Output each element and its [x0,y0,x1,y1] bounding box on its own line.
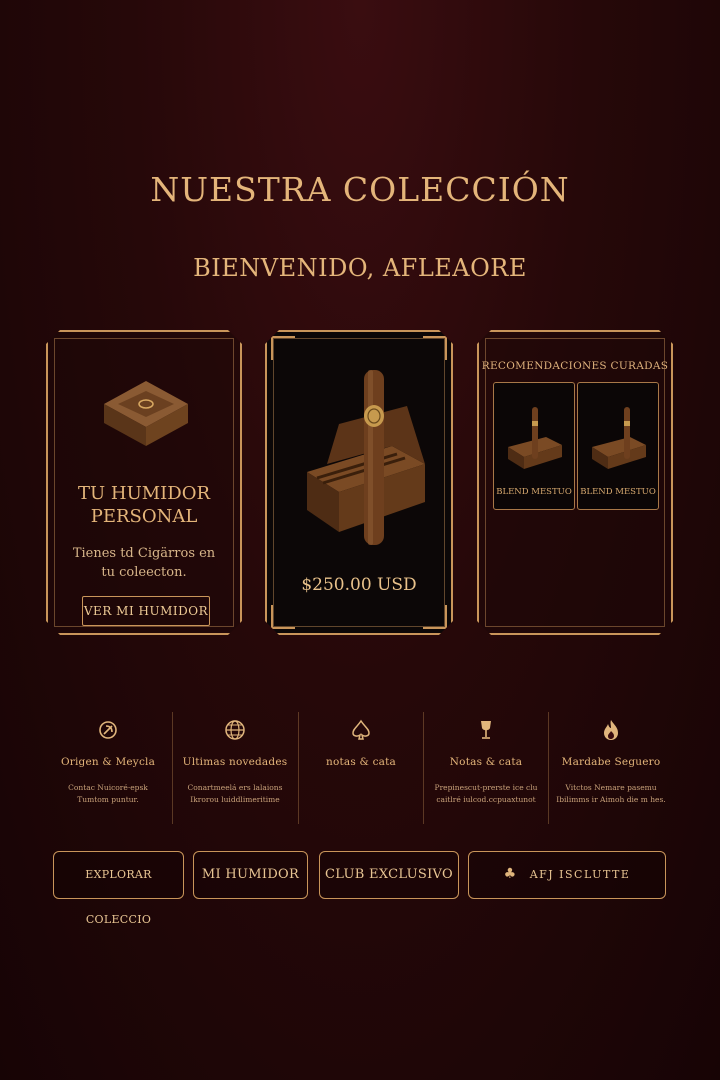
features-row: Origen & Meycla Contac Nuicoré·epsk Tumt… [46,712,674,824]
feature-title: notas & cata [326,756,396,768]
recommendation-item[interactable]: BLEND MESTUO [577,382,659,510]
page-title: NUESTRA COLECCIÓN [150,170,570,209]
my-humidor-button[interactable]: MI HUMIDOR [193,851,308,899]
recommendations-title: RECOMENDACIONES CURADAS [481,360,669,372]
product-card[interactable]: $250.00 USD [265,330,453,635]
feature-title: Ultimas novedades [182,756,288,768]
feature-tasting[interactable]: notas & cata [298,712,423,824]
leaf-icon [99,721,117,739]
recommendation-label: BLEND MESTUO [580,487,656,497]
exclusive-club-button[interactable]: CLUB EXCLUSIVO [319,851,459,899]
flame-icon [604,720,618,740]
cigar-box-image [502,403,568,473]
humidor-card[interactable]: TU HUMIDOR PERSONAL Tienes td Cigärros e… [46,330,242,635]
humidor-card-title: TU HUMIDOR PERSONAL [77,483,211,527]
feature-title: Origen & Meycla [60,756,156,768]
afj-button[interactable]: ♣ AFJ ISCLUTTE [468,851,666,899]
feature-description: Prepinescut-prerste ice clu caitlré iulc… [434,783,538,804]
wine-glass-icon [481,721,491,739]
feature-description: Contac Nuicoré·epsk Tumtom puntur. [68,783,148,804]
feature-description: Conartmeelá ers lalaions Ikrorou luiddli… [187,783,283,804]
afj-button-label: AFJ ISCLUTTE [529,868,631,881]
globe-icon [225,720,245,740]
feature-news[interactable]: Ultimas novedades Conartmeelá ers lalaio… [172,712,297,824]
feature-origin[interactable]: Origen & Meycla Contac Nuicoré·epsk Tumt… [46,712,170,824]
cigar-box-image [287,354,435,554]
club-icon: ♣ [503,866,518,882]
spade-icon [352,719,370,740]
feature-title: Notas & cata [449,756,523,768]
recommendation-label: BLEND MESTUO [496,487,572,497]
product-price: $250.00 USD [301,575,417,595]
recommendations-card: RECOMENDACIONES CURADAS BLEND MESTUO BLE… [477,330,673,635]
humidor-card-text: Tienes td Cigärros en tu coleecton. [72,546,216,580]
explore-collection-button[interactable]: EXPLORAR COLECCIO [53,851,184,926]
feature-secure[interactable]: Mardabe Seguero Vitctos Nemare pasemu Ib… [548,712,673,824]
feature-notes[interactable]: Notas & cata Prepinescut-prerste ice clu… [423,712,548,824]
ornament-corner [271,605,295,629]
welcome-message: BIENVENIDO, AFLEAORE [193,254,527,282]
view-humidor-button[interactable]: VER MI HUMIDOR [82,596,210,626]
recommendation-item[interactable]: BLEND MESTUO [493,382,575,510]
ornament-corner [423,605,447,629]
feature-title: Mardabe Seguero [561,756,661,768]
feature-description: Vitctos Nemare pasemu Ibilimms ir Aimoh … [556,783,666,804]
cigar-box-image [586,403,652,473]
humidor-box-image [96,376,196,451]
